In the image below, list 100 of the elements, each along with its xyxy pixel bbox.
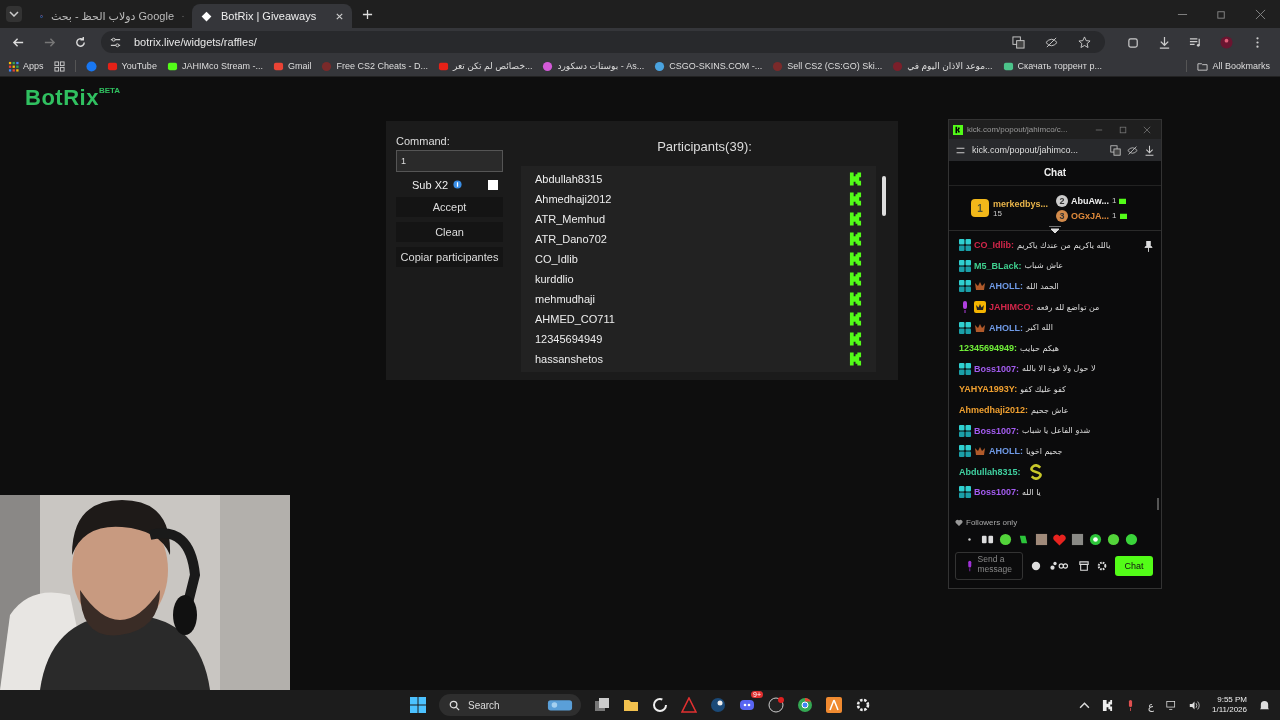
bookmark[interactable]: Free CS2 Cheats - D... bbox=[321, 60, 428, 72]
og-badge-icon bbox=[959, 259, 971, 272]
discord-icon[interactable] bbox=[739, 697, 755, 713]
app-icon[interactable] bbox=[826, 697, 842, 713]
bookmark[interactable]: Gmail bbox=[272, 60, 312, 72]
chat-username[interactable]: AHOLL: bbox=[989, 322, 1023, 333]
clock-time[interactable]: 9:55 PM bbox=[1217, 695, 1247, 705]
translate-icon[interactable] bbox=[1012, 35, 1025, 49]
speaker-icon[interactable] bbox=[1189, 699, 1200, 711]
obs-icon[interactable] bbox=[768, 697, 784, 713]
maximize-icon[interactable] bbox=[1119, 125, 1127, 134]
facebook-icon[interactable] bbox=[85, 60, 97, 72]
action-button[interactable]: Copiar participantes bbox=[396, 247, 503, 267]
chat-message: يالله ياكريم من عندك ياكريم bbox=[1017, 240, 1111, 250]
bookmark[interactable]: Sell CS2 (CS:GO) Ski... bbox=[772, 60, 883, 72]
rank-badge: 3 bbox=[1056, 209, 1069, 222]
browser-tab[interactable]: دولاب الحظ - بحث Google bbox=[32, 4, 192, 28]
bookmark[interactable]: Скачать торрент р... bbox=[1002, 60, 1102, 72]
emote-icon[interactable] bbox=[1035, 533, 1048, 546]
chat-username[interactable]: YAHYA1993Y: bbox=[959, 384, 1018, 395]
download-icon[interactable] bbox=[1158, 35, 1171, 49]
chat-username[interactable]: Abdullah8315: bbox=[959, 466, 1021, 477]
chat-username[interactable]: AHOLL: bbox=[989, 446, 1023, 457]
steam-icon[interactable] bbox=[710, 697, 726, 713]
chat-username[interactable]: JAHIMCO: bbox=[989, 302, 1034, 313]
settings-icon[interactable] bbox=[1097, 561, 1107, 571]
reload-icon[interactable] bbox=[74, 35, 87, 49]
chat-username[interactable]: AHOLL: bbox=[989, 281, 1023, 292]
address-bar[interactable]: botrix.live/widgets/raffles/ bbox=[101, 31, 1105, 53]
infinity-icon[interactable] bbox=[1049, 561, 1071, 571]
checkbox[interactable] bbox=[488, 179, 499, 190]
bookmark[interactable]: خصائص لم تكن تعر... bbox=[437, 60, 533, 72]
chat-message: هيكم حبايب bbox=[1020, 343, 1059, 353]
puzzle-icon[interactable] bbox=[1127, 35, 1140, 49]
gear-icon[interactable] bbox=[855, 697, 871, 713]
site-icon bbox=[654, 60, 666, 72]
info-icon[interactable] bbox=[453, 180, 463, 189]
folder-icon[interactable] bbox=[623, 697, 639, 713]
bookmark[interactable]: موعد الاذان اليوم في... bbox=[892, 60, 993, 72]
network-icon[interactable] bbox=[1166, 699, 1177, 711]
emote-icon[interactable] bbox=[981, 533, 994, 546]
chat-username[interactable]: Ahmedhaji2012: bbox=[959, 405, 1029, 416]
bookmark[interactable]: Apps bbox=[8, 60, 44, 72]
chat-username[interactable]: Boss1007: bbox=[974, 363, 1020, 374]
chat-username[interactable]: 12345694949: bbox=[959, 343, 1018, 354]
kick-icon[interactable] bbox=[1102, 699, 1114, 711]
browser-tab[interactable]: BotRix | Giveaways bbox=[192, 4, 352, 28]
chrome-icon[interactable] bbox=[797, 697, 813, 713]
kick-icon bbox=[953, 124, 963, 135]
eye-slash-icon[interactable] bbox=[1045, 35, 1058, 49]
chevron-up-icon[interactable] bbox=[1079, 699, 1091, 711]
emote-icon[interactable] bbox=[1107, 533, 1120, 546]
chat-username[interactable]: Boss1007: bbox=[974, 425, 1020, 436]
emote-icon[interactable] bbox=[999, 533, 1012, 546]
search-field[interactable]: Search bbox=[439, 694, 581, 716]
tab-list-button[interactable] bbox=[6, 6, 22, 22]
store-icon[interactable] bbox=[1079, 561, 1089, 571]
start-icon[interactable] bbox=[410, 697, 426, 713]
clock-date[interactable]: 1/11/2026 bbox=[1212, 705, 1247, 715]
chat-username[interactable]: Boss1007: bbox=[974, 487, 1020, 498]
site-settings-icon[interactable] bbox=[955, 144, 966, 156]
eye-slash-icon[interactable] bbox=[1127, 144, 1138, 156]
bookmark[interactable]: بوستات دسكورد - As... bbox=[542, 60, 645, 72]
emote-icon[interactable] bbox=[1017, 533, 1030, 546]
site-settings-icon[interactable] bbox=[109, 35, 122, 49]
translate-icon[interactable] bbox=[1110, 144, 1121, 156]
restore-icon[interactable] bbox=[1216, 8, 1227, 20]
participant-name: Ahmedhaji2012 bbox=[535, 193, 613, 205]
new-tab-icon[interactable] bbox=[362, 8, 373, 20]
expand-icon[interactable] bbox=[1049, 226, 1061, 234]
emote-icon[interactable] bbox=[1125, 533, 1138, 546]
heart-icon[interactable] bbox=[1053, 533, 1066, 546]
bookmark[interactable]: YouTube bbox=[106, 60, 157, 72]
action-button[interactable]: Accept bbox=[396, 197, 503, 217]
chat-username[interactable]: M5_BLack: bbox=[974, 260, 1022, 271]
profile-avatar[interactable] bbox=[1220, 35, 1233, 49]
chat-message: من تواضع لله رفعه bbox=[1036, 302, 1100, 312]
task-view-icon[interactable] bbox=[594, 697, 610, 713]
chat-button[interactable]: Chat bbox=[1115, 556, 1153, 576]
tab-groups-icon[interactable] bbox=[53, 60, 65, 72]
bell-icon[interactable] bbox=[1259, 699, 1270, 711]
chevron-down-icon bbox=[9, 11, 19, 17]
message-field[interactable]: Send a message bbox=[955, 552, 1023, 580]
action-button[interactable]: Clean bbox=[396, 222, 503, 242]
microphone-icon[interactable] bbox=[966, 560, 974, 572]
chat-message: جحيم اخويا bbox=[1026, 446, 1063, 456]
emote-icon[interactable] bbox=[1089, 533, 1102, 546]
command-field[interactable]: 1 bbox=[396, 150, 503, 172]
media-icon[interactable] bbox=[1189, 35, 1202, 49]
triangle-icon[interactable] bbox=[681, 697, 697, 713]
download-icon[interactable] bbox=[1144, 144, 1155, 156]
bookmark[interactable]: JAHIMco Stream -... bbox=[166, 60, 263, 72]
og-badge-icon bbox=[959, 424, 971, 437]
pin-icon[interactable] bbox=[1144, 241, 1153, 252]
star-icon[interactable] bbox=[1078, 35, 1091, 49]
bookmark[interactable]: CSGO-SKINS.COM -... bbox=[654, 60, 763, 72]
bookmark[interactable]: All Bookmarks bbox=[1197, 60, 1270, 72]
language-indicator[interactable]: ع bbox=[1148, 699, 1154, 711]
chat-username[interactable]: CO_Idlib: bbox=[974, 240, 1014, 251]
emoji-icon[interactable] bbox=[1031, 561, 1041, 571]
